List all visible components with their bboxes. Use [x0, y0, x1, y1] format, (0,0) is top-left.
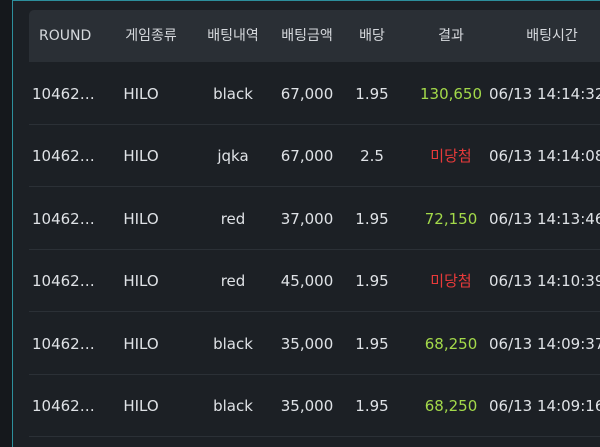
cell-bet-detail: black — [213, 85, 253, 103]
cell-bet-amount: 45,000 — [280, 272, 334, 290]
cell-bet-time: 06/13 14:10:39 — [489, 272, 600, 290]
table-header: ROUND 게임종류 배팅내역 배팅금액 배당 결과 배팅시간 — [29, 10, 600, 62]
cell-bet-time: 06/13 14:13:46 — [489, 210, 600, 228]
header-result: 결과 — [438, 28, 464, 44]
header-odds: 배당 — [359, 28, 385, 44]
cell-game-type: HILO — [123, 397, 159, 415]
header-bet-amount: 배팅금액 — [281, 28, 333, 44]
header-bet-detail: 배팅내역 — [207, 28, 259, 44]
cell-odds: 2.5 — [360, 147, 384, 165]
table-row: 104626... HILO red 45,000 1.95 미당첨 06/13 14:10… — [29, 250, 600, 312]
cell-bet-amount: 35,000 — [280, 397, 334, 415]
table-row: 104626... HILO black 35,000 1.95 68,250 06/13 … — [29, 313, 600, 375]
cell-odds: 1.95 — [355, 85, 389, 103]
cell-bet-time: 06/13 14:09:16 — [489, 397, 600, 415]
cell-result: 미당첨 — [430, 272, 472, 290]
cell-odds: 1.95 — [355, 210, 389, 228]
cell-game-type: HILO — [123, 147, 159, 165]
cell-round: 104626... — [32, 85, 98, 103]
cell-round: 104626... — [32, 147, 98, 165]
cell-bet-time: 06/13 14:14:08 — [489, 147, 600, 165]
cell-bet-amount: 37,000 — [280, 210, 334, 228]
cell-bet-detail: black — [213, 397, 253, 415]
cell-odds: 1.95 — [355, 397, 389, 415]
cell-result: 72,150 — [424, 210, 478, 228]
cell-game-type: HILO — [123, 85, 159, 103]
cell-result: 68,250 — [424, 397, 478, 415]
cell-bet-detail: black — [213, 335, 253, 353]
cell-game-type: HILO — [123, 210, 159, 228]
cell-result: 68,250 — [424, 335, 478, 353]
cell-result: 130,650 — [419, 85, 483, 103]
header-bet-time: 배팅시간 — [526, 28, 578, 44]
cell-bet-time: 06/13 14:14:32 — [489, 85, 600, 103]
cell-result: 미당첨 — [430, 147, 472, 165]
cell-odds: 1.95 — [355, 335, 389, 353]
cell-odds: 1.95 — [355, 272, 389, 290]
table-row: 104626... HILO black 35,000 1.95 68,250 06/13 … — [29, 375, 600, 437]
header-round: ROUND — [39, 28, 92, 44]
cell-game-type: HILO — [123, 335, 159, 353]
cell-round: 104626... — [32, 335, 98, 353]
cell-game-type: HILO — [123, 272, 159, 290]
cell-bet-detail: red — [220, 210, 246, 228]
cell-bet-detail: jqka — [217, 147, 249, 165]
table-row: 104626... HILO red 37,000 1.95 72,150 06/13 14… — [29, 188, 600, 250]
cell-bet-amount: 67,000 — [280, 147, 334, 165]
cell-bet-amount: 67,000 — [280, 85, 334, 103]
bet-history-panel: ROUND 게임종류 배팅내역 배팅금액 배당 결과 배팅시간 104626..… — [12, 0, 600, 447]
table-row: 104626... HILO black 67,000 1.95 130,650 06/13… — [29, 63, 600, 125]
cell-round: 104626... — [32, 397, 98, 415]
cell-round: 104626... — [32, 210, 98, 228]
header-game-type: 게임종류 — [125, 28, 177, 44]
cell-bet-time: 06/13 14:09:37 — [489, 335, 600, 353]
table-row: 104626... HILO jqka 67,000 2.5 미당첨 06/13 14:14… — [29, 125, 600, 187]
cell-bet-amount: 35,000 — [280, 335, 334, 353]
cell-round: 104626... — [32, 272, 98, 290]
cell-bet-detail: red — [220, 272, 246, 290]
